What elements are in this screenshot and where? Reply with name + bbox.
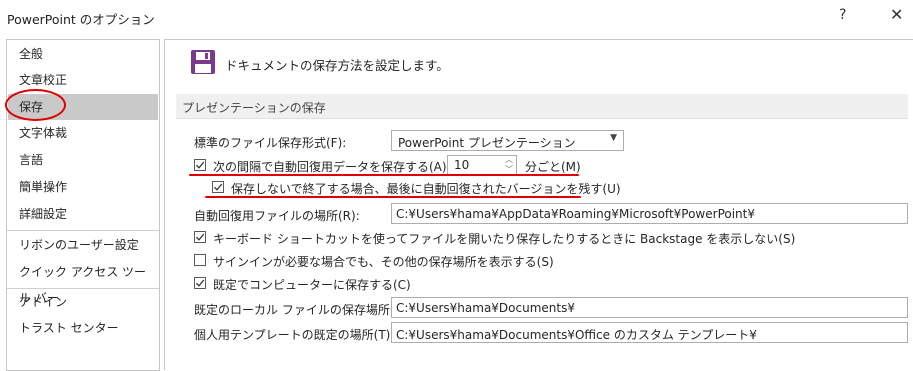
section-title: プレゼンテーションの保存 <box>182 101 326 115</box>
annotation-circle <box>5 89 66 121</box>
check-icon <box>196 279 205 287</box>
close-button[interactable]: ✕ <box>890 5 903 24</box>
save-to-computer-label: 既定でコンピューターに保存する(C) <box>213 278 411 292</box>
sidebar-item-language[interactable]: 言語 <box>8 147 158 173</box>
sidebar-item-label: 詳細設定 <box>19 207 68 221</box>
sidebar-item-label: 全般 <box>19 47 44 61</box>
autorecover-checkbox[interactable] <box>194 159 206 171</box>
default-format-label: 標準のファイル保存形式(F): <box>194 136 347 150</box>
minutes-unit-label: 分ごと(M) <box>525 160 581 174</box>
default-format-value: PowerPoint プレゼンテーション <box>398 136 576 150</box>
help-button[interactable]: ? <box>839 7 846 23</box>
annotation-underline <box>189 174 579 176</box>
sidebar-item-customize-ribbon[interactable]: リボンのユーザー設定 <box>8 232 158 258</box>
backstage-checkbox[interactable] <box>194 231 206 243</box>
sidebar-divider <box>7 230 159 231</box>
sidebar-item-addins[interactable]: アドイン <box>8 289 158 315</box>
autorecover-label: 次の間隔で自動回復用データを保存する(A): <box>213 160 451 174</box>
local-location-value: C:¥Users¥hama¥Documents¥ <box>396 301 575 315</box>
show-more-locations-checkbox[interactable] <box>194 254 206 266</box>
sidebar-item-quick-access-toolbar[interactable]: クイック アクセス ツール バー <box>8 259 158 305</box>
autorecover-minutes-value: 10 <box>454 158 470 172</box>
annotation-underline <box>205 196 581 198</box>
sidebar-item-accessibility[interactable]: 簡単操作 <box>8 174 158 200</box>
template-location-field[interactable]: C:¥Users¥hama¥Documents¥Office のカスタム テンプ… <box>391 322 908 343</box>
title-bar: PowerPoint のオプション ? ✕ <box>0 0 913 34</box>
keep-last-version-label: 保存しないで終了する場合、最後に自動回復されたバージョンを残す(U) <box>231 182 621 196</box>
page-description: ドキュメントの保存方法を設定します。 <box>225 58 449 73</box>
keep-last-version-checkbox[interactable] <box>212 181 224 193</box>
autorecover-location-label: 自動回復用ファイルの場所(R): <box>194 209 360 223</box>
show-more-locations-label: サインインが必要な場合でも、その他の保存場所を表示する(S) <box>213 255 554 269</box>
check-icon <box>196 233 205 241</box>
save-icon <box>191 50 215 74</box>
sidebar-item-label: アドイン <box>19 295 68 309</box>
sidebar-item-typography[interactable]: 文字体裁 <box>8 120 158 146</box>
sidebar-item-label: リボンのユーザー設定 <box>19 238 139 252</box>
autorecover-minutes-spinner[interactable]: 10 ︿ ﹀ <box>447 155 517 175</box>
sidebar-item-label: 言語 <box>19 153 44 167</box>
template-location-label: 個人用テンプレートの既定の場所(T): <box>194 328 395 342</box>
sidebar-item-general[interactable]: 全般 <box>8 41 158 67</box>
sidebar-item-label: 文章校正 <box>19 73 68 87</box>
check-icon <box>214 183 223 191</box>
default-format-dropdown[interactable]: PowerPoint プレゼンテーション ▼ <box>391 130 624 151</box>
local-location-field[interactable]: C:¥Users¥hama¥Documents¥ <box>391 297 908 318</box>
template-location-value: C:¥Users¥hama¥Documents¥Office のカスタム テンプ… <box>396 328 757 342</box>
autorecover-location-value: C:¥Users¥hama¥AppData¥Roaming¥Microsoft¥… <box>396 207 755 221</box>
chevron-down-icon: ▼ <box>610 133 617 143</box>
window-title: PowerPoint のオプション <box>7 12 155 27</box>
save-to-computer-checkbox[interactable] <box>194 277 206 289</box>
check-icon <box>196 161 205 169</box>
sidebar-item-label: 簡単操作 <box>19 180 68 194</box>
local-location-label: 既定のローカル ファイルの保存場所(I): <box>194 303 407 317</box>
section-header: プレゼンテーションの保存 <box>176 94 908 119</box>
sidebar-item-label: トラスト センター <box>19 321 119 335</box>
backstage-label: キーボード ショートカットを使ってファイルを開いたり保存したりするときに Bac… <box>213 232 796 246</box>
sidebar-item-label: 文字体裁 <box>19 126 68 140</box>
sidebar-item-advanced[interactable]: 詳細設定 <box>8 201 158 227</box>
sidebar-item-trust-center[interactable]: トラスト センター <box>8 315 158 341</box>
autorecover-location-field[interactable]: C:¥Users¥hama¥AppData¥Roaming¥Microsoft¥… <box>391 203 908 224</box>
